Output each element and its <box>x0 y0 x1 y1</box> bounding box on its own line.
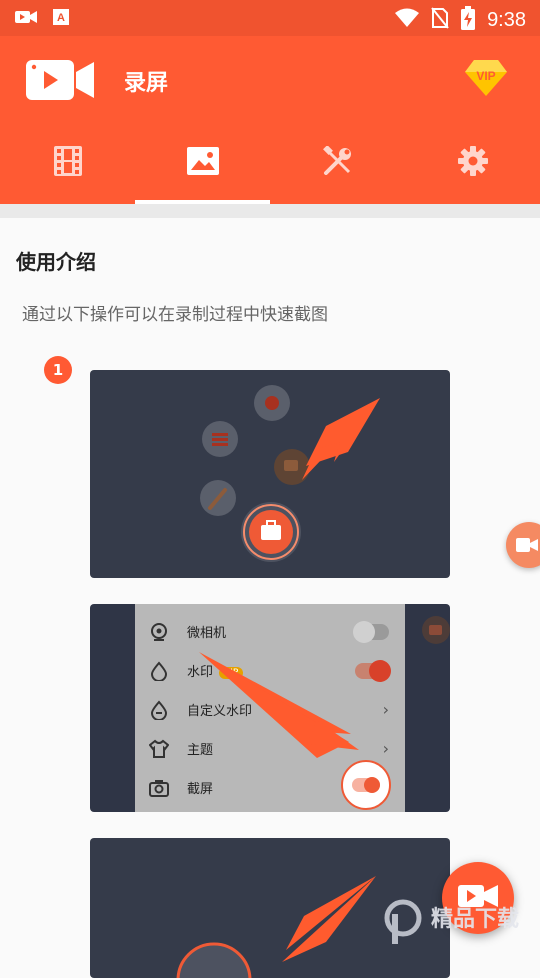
app-bar: 录屏 VIP <box>0 36 540 122</box>
content-area[interactable]: 使用介绍 通过以下操作可以在录制过程中快速截图 1 微相机 水印 自定义水印 ›… <box>0 218 540 978</box>
app-logo-icon <box>26 58 96 102</box>
pointer-arrow <box>199 652 359 758</box>
chevron-right-icon: › <box>382 739 389 758</box>
settings-row-label: 截屏 <box>187 782 214 797</box>
divider <box>0 204 540 218</box>
settings-panel: 微相机 水印VIP 自定义水印 › 主题 › 截屏 <box>135 604 405 812</box>
tab-videos[interactable] <box>0 122 135 204</box>
video-notification-icon <box>14 8 38 30</box>
screenshot-toggle-highlight <box>341 760 391 810</box>
custom-watermark-icon <box>149 699 169 721</box>
chevron-right-icon: › <box>382 700 389 719</box>
watermark-drop-icon <box>149 660 169 682</box>
text-notification-icon: A <box>52 8 70 30</box>
vip-label: VIP <box>476 69 495 83</box>
mini-camera-toggle <box>353 620 389 643</box>
webcam-icon <box>149 622 169 642</box>
clock: 9:38 <box>487 8 526 31</box>
svg-text:A: A <box>57 12 65 24</box>
camera-icon <box>149 778 169 798</box>
status-bar: A 9:38 <box>0 0 540 36</box>
watermark-text: 精品下载 <box>431 906 519 932</box>
wifi-icon <box>395 8 420 32</box>
site-watermark: 精品下载 <box>383 884 540 950</box>
vip-button[interactable]: VIP <box>464 58 508 102</box>
tutorial-image-floating-menu <box>90 370 450 578</box>
section-description: 通过以下操作可以在录制过程中快速截图 <box>22 305 328 325</box>
floating-record-icon <box>422 616 450 644</box>
shirt-icon <box>148 739 170 759</box>
no-sim-icon <box>431 7 449 33</box>
tab-tools[interactable] <box>270 122 405 204</box>
settings-row-label: 微相机 <box>187 626 227 641</box>
gear-icon <box>457 146 488 180</box>
app-title: 录屏 <box>124 71 169 96</box>
battery-icon <box>461 6 476 34</box>
tools-icon <box>322 145 353 180</box>
film-icon <box>53 146 82 180</box>
record-icon <box>516 538 538 552</box>
settings-row-mini-camera: 微相机 <box>135 612 405 651</box>
tab-screenshots[interactable] <box>135 122 270 204</box>
capture-button-icon <box>176 942 252 978</box>
tutorial-image-settings-panel: 微相机 水印VIP 自定义水印 › 主题 › 截屏 <box>90 604 450 812</box>
tab-settings[interactable] <box>405 122 540 204</box>
step-number-badge: 1 <box>44 356 72 384</box>
section-title: 使用介绍 <box>16 250 96 274</box>
tab-bar <box>0 122 540 204</box>
image-icon <box>186 147 219 179</box>
